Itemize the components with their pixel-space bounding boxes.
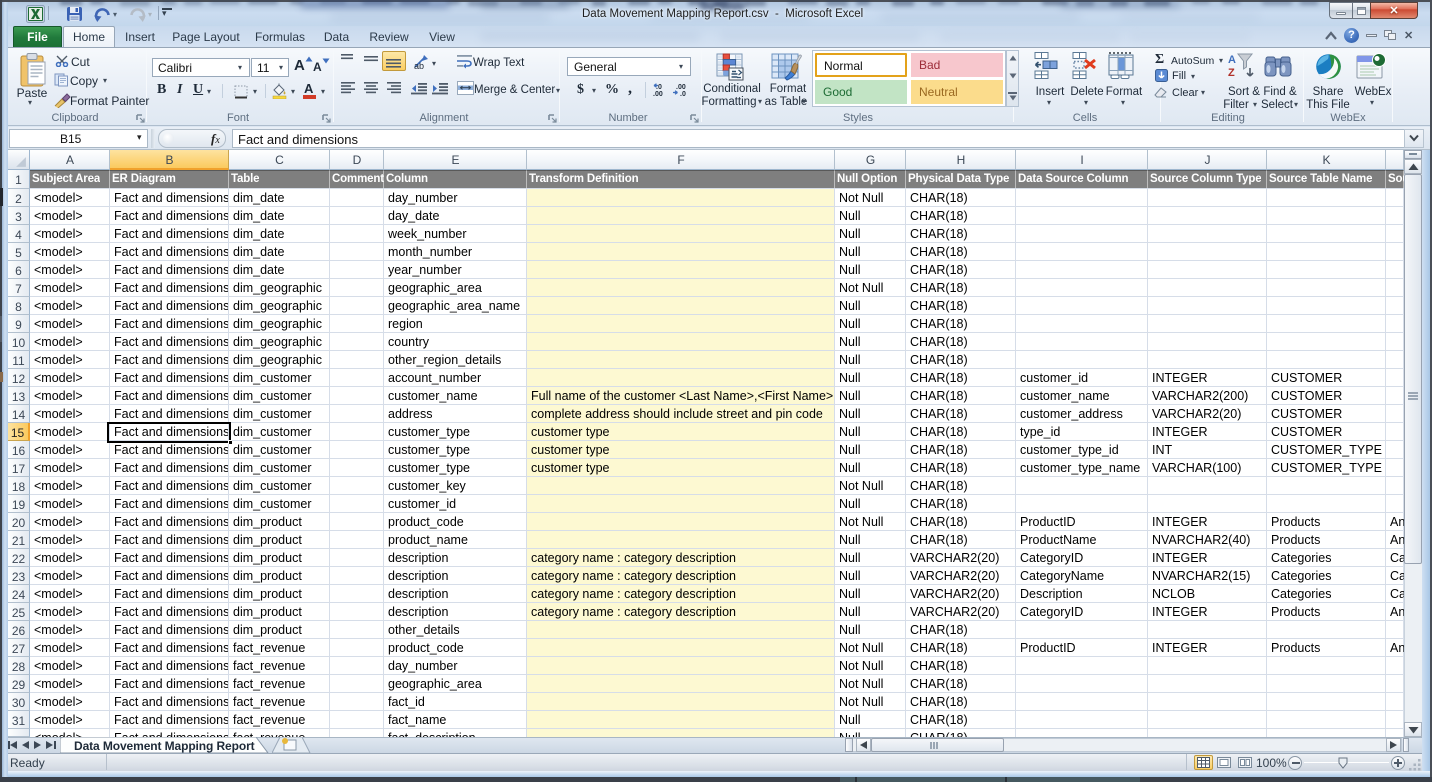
svg-text:ab: ab xyxy=(414,61,424,70)
svg-text:A: A xyxy=(1228,54,1236,66)
svg-text:.00: .00 xyxy=(676,84,686,91)
svg-text:.00: .00 xyxy=(653,91,663,97)
svg-text:Z: Z xyxy=(1228,67,1235,79)
svg-text:.0: .0 xyxy=(680,91,686,97)
